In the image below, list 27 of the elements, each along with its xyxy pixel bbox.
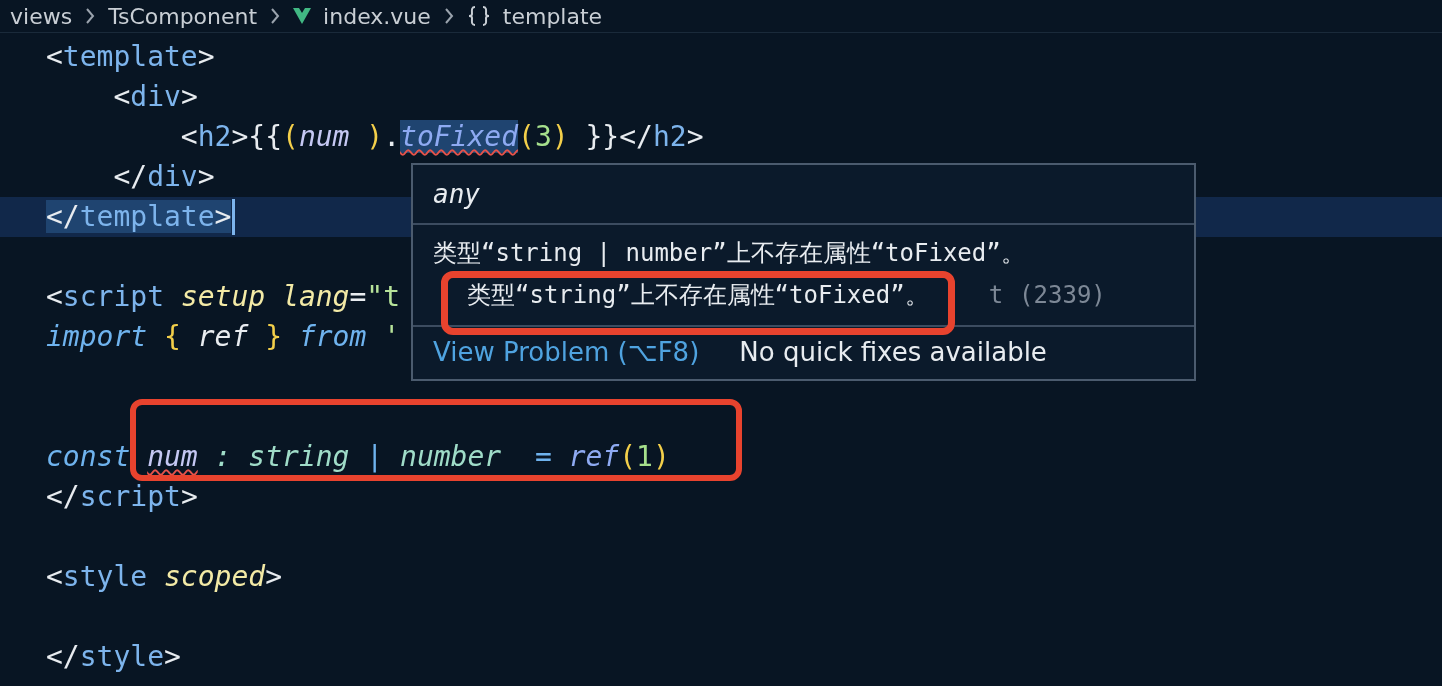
code-line: import { ref } from '	[46, 319, 401, 355]
code-line: </div>	[112, 159, 215, 195]
type-signature: any	[433, 179, 480, 209]
error-message: 类型“string | number”上不存在属性“toFixed”。	[433, 238, 1026, 269]
error-message: 类型“string”上不存在属性“toFixed”。	[467, 280, 929, 311]
chevron-icon	[442, 7, 455, 25]
view-problem-link[interactable]: View Problem (⌥F8)	[433, 337, 700, 367]
code-line: <style scoped>	[46, 559, 283, 595]
vue-logo-icon	[293, 8, 312, 24]
code-line: <div>	[112, 79, 198, 115]
text-cursor	[232, 199, 236, 235]
breadcrumb-item[interactable]: index.vue	[323, 3, 431, 29]
code-line: <template>	[46, 39, 215, 75]
quick-fix-note: No quick fixes available	[739, 337, 1047, 367]
code-line: </template>	[46, 199, 232, 235]
breadcrumb-item[interactable]: views	[10, 3, 73, 29]
code-line: </style>	[46, 639, 181, 675]
breadcrumb-item[interactable]: template	[502, 3, 603, 29]
chevron-icon	[269, 7, 282, 25]
code-line: </script>	[46, 479, 198, 515]
chevron-icon	[84, 7, 97, 25]
breadcrumb-item[interactable]: TsComponent	[108, 3, 258, 29]
error-code: (2339)	[1019, 281, 1106, 309]
error-source: t	[988, 281, 1004, 309]
braces-icon	[466, 6, 491, 26]
code-line: const num : string | number = ref(1)	[46, 439, 670, 475]
code-line: <script setup lang="t	[46, 279, 401, 315]
